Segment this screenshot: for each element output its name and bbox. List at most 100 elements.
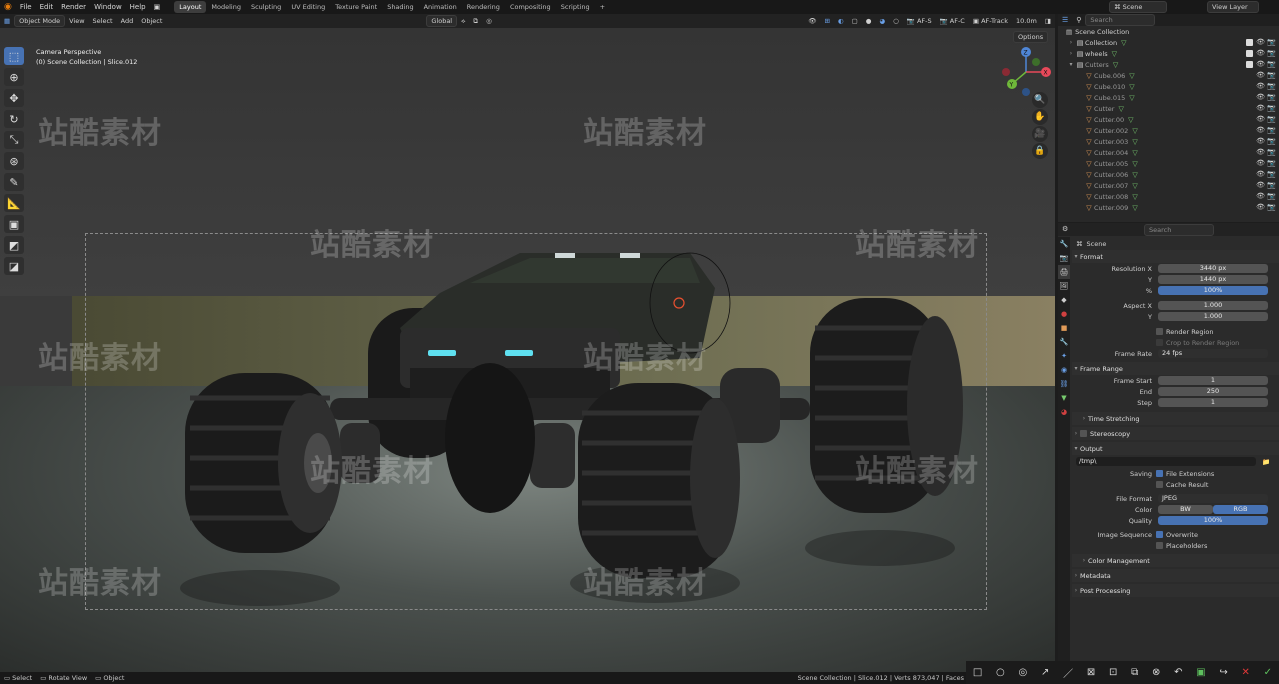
aspect-x-field[interactable]: 1.000 xyxy=(1158,301,1268,310)
zoom-icon[interactable]: 🔍 xyxy=(1032,92,1048,108)
crop-row[interactable]: Crop to Render Region xyxy=(1072,337,1279,348)
shading-solid-icon[interactable]: ● xyxy=(862,17,876,25)
eye-icon[interactable]: 👁 xyxy=(1256,93,1265,101)
hardops-tool-icon[interactable]: ◪ xyxy=(4,257,24,275)
scene-selector[interactable]: ⌘ Scene xyxy=(1109,1,1167,13)
placeholders-checkbox[interactable] xyxy=(1156,542,1163,549)
confirm-icon[interactable]: ✓ xyxy=(1264,667,1272,678)
particles-tab-icon[interactable]: ✦ xyxy=(1058,349,1070,363)
resolution-x-field[interactable]: 3440 px xyxy=(1158,264,1268,273)
pan-hand-icon[interactable]: ✋ xyxy=(1032,109,1048,125)
share-icon[interactable]: ↪ xyxy=(1219,667,1227,678)
object-menu[interactable]: Object xyxy=(137,17,166,25)
add-menu[interactable]: Add xyxy=(117,17,138,25)
frame-end-field[interactable]: 250 xyxy=(1158,387,1268,396)
shading-material-icon[interactable]: ◕ xyxy=(875,17,889,25)
properties-search[interactable]: Search xyxy=(1144,224,1214,236)
eye-icon[interactable]: 👁 xyxy=(1256,159,1265,167)
outliner-item[interactable]: ▽ Cutter ▽ 👁 📷 xyxy=(1058,103,1279,114)
render-visibility-icon[interactable]: 📷 xyxy=(1267,71,1276,79)
outliner-item[interactable]: ▾ ▤ Cutters ▽ 👁 📷 xyxy=(1058,59,1279,70)
aspect-y-field[interactable]: 1.000 xyxy=(1158,312,1268,321)
frame-range-section[interactable]: ▾ Frame Range xyxy=(1072,362,1279,375)
cut-icon[interactable]: ⊠ xyxy=(1087,667,1095,678)
outliner-search[interactable]: Search xyxy=(1085,14,1156,26)
arrow-icon[interactable]: ↗ xyxy=(1041,667,1049,678)
constraints-tab-icon[interactable]: ⛓ xyxy=(1058,377,1070,391)
cancel-icon[interactable]: ✕ xyxy=(1242,667,1250,678)
tab-shading[interactable]: Shading xyxy=(382,1,418,13)
properties-editor-icon[interactable]: ⚙ xyxy=(1062,225,1068,233)
lock-icon[interactable]: 🔒 xyxy=(1032,143,1048,159)
outliner-root[interactable]: ▤ Scene Collection xyxy=(1058,26,1279,37)
eye-icon[interactable]: 👁 xyxy=(1256,82,1265,90)
frame-start-field[interactable]: 1 xyxy=(1158,376,1268,385)
render-visibility-icon[interactable]: 📷 xyxy=(1267,181,1276,189)
outliner-editor-icon[interactable]: ☰ xyxy=(1058,16,1072,24)
render-visibility-icon[interactable]: 📷 xyxy=(1267,82,1276,90)
transform-orientation[interactable]: Global xyxy=(426,15,458,27)
boxcutter-tool-icon[interactable]: ◩ xyxy=(4,236,24,254)
overwrite-checkbox[interactable] xyxy=(1156,531,1163,538)
eye-icon[interactable]: 👁 xyxy=(1256,115,1265,123)
camera-af-s-icon[interactable]: 📷 AF-S xyxy=(903,17,936,25)
outliner-item[interactable]: ▽ Cutter.007 ▽ 👁 📷 xyxy=(1058,180,1279,191)
folder-icon[interactable]: 📁 xyxy=(1262,458,1270,466)
render-visibility-icon[interactable]: 📷 xyxy=(1267,115,1276,123)
outliner-item[interactable]: › ▤ wheels ▽ 👁 📷 xyxy=(1058,48,1279,59)
mode-selector[interactable]: Object Mode xyxy=(14,15,66,27)
cache-result-checkbox[interactable] xyxy=(1156,481,1163,488)
exclude-checkbox[interactable] xyxy=(1246,61,1253,68)
tab-sculpting[interactable]: Sculpting xyxy=(246,1,286,13)
visibility-icon[interactable]: 👁 xyxy=(804,17,820,25)
outliner-item[interactable]: ▽ Cube.006 ▽ 👁 📷 xyxy=(1058,70,1279,81)
add-cube-tool-icon[interactable]: ▣ xyxy=(4,215,24,233)
view-layer-tab-icon[interactable]: 🖼 xyxy=(1058,279,1070,293)
eye-icon[interactable]: 👁 xyxy=(1256,104,1265,112)
eye-icon[interactable]: 👁 xyxy=(1256,170,1265,178)
eye-icon[interactable]: 👁 xyxy=(1256,71,1265,79)
outliner-item[interactable]: ▽ Cube.010 ▽ 👁 📷 xyxy=(1058,81,1279,92)
outliner-item[interactable]: › ▤ Collection ▽ 👁 📷 xyxy=(1058,37,1279,48)
material-tab-icon[interactable]: ◕ xyxy=(1058,405,1070,419)
eye-icon[interactable]: 👁 xyxy=(1256,181,1265,189)
pivot-icon[interactable]: ⟡ xyxy=(457,17,469,26)
select-menu[interactable]: Select xyxy=(89,17,117,25)
render-visibility-icon[interactable]: 📷 xyxy=(1267,126,1276,134)
tab-modeling[interactable]: Modeling xyxy=(206,1,246,13)
shading-rendered-icon[interactable]: ○ xyxy=(889,17,903,25)
resolution-y-field[interactable]: 1440 px xyxy=(1158,275,1268,284)
object-tab-icon[interactable]: ■ xyxy=(1058,321,1070,335)
eye-icon[interactable]: 👁 xyxy=(1256,38,1265,46)
render-visibility-icon[interactable]: 📷 xyxy=(1267,38,1276,46)
metadata-section[interactable]: › Metadata xyxy=(1072,569,1279,582)
editor-type-icon[interactable]: ▦ xyxy=(0,17,14,25)
exclude-checkbox[interactable] xyxy=(1246,39,1253,46)
resolution-percent-field[interactable]: 100% xyxy=(1158,286,1268,295)
scale-tool-icon[interactable]: ⤡ xyxy=(4,131,24,149)
frame-rate-select[interactable]: 24 fps xyxy=(1158,349,1268,358)
exclude-checkbox[interactable] xyxy=(1246,50,1253,57)
render-visibility-icon[interactable]: 📷 xyxy=(1267,93,1276,101)
gizmo-toggle-icon[interactable]: ⊞ xyxy=(820,17,833,25)
outliner-item[interactable]: ▽ Cutter.009 ▽ 👁 📷 xyxy=(1058,202,1279,213)
data-tab-icon[interactable]: ▼ xyxy=(1058,391,1070,405)
view-layer-selector[interactable]: View Layer xyxy=(1207,1,1259,13)
format-section[interactable]: ▾ Format xyxy=(1072,250,1279,263)
render-visibility-icon[interactable]: 📷 xyxy=(1267,203,1276,211)
undo-icon[interactable]: ↶ xyxy=(1174,667,1182,678)
menu-file[interactable]: File xyxy=(16,3,36,11)
modifier-tab-icon[interactable]: 🔧 xyxy=(1058,335,1070,349)
render-region-row[interactable]: Render Region xyxy=(1072,326,1279,337)
outliner-item[interactable]: ▽ Cube.015 ▽ 👁 📷 xyxy=(1058,92,1279,103)
xray-icon[interactable]: ▢ xyxy=(848,17,862,25)
file-format-select[interactable]: JPEG xyxy=(1158,494,1268,503)
render-visibility-icon[interactable]: 📷 xyxy=(1267,148,1276,156)
tab-texture-paint[interactable]: Texture Paint xyxy=(330,1,382,13)
select-box-tool-icon[interactable]: ⬚ xyxy=(4,47,24,65)
box-select-icon[interactable]: □ xyxy=(973,667,982,678)
eye-icon[interactable]: 👁 xyxy=(1256,60,1265,68)
annotate-tool-icon[interactable]: ✎ xyxy=(4,173,24,191)
add-workspace-icon[interactable]: + xyxy=(595,1,610,13)
blender-logo-icon[interactable]: ◉ xyxy=(0,2,16,12)
